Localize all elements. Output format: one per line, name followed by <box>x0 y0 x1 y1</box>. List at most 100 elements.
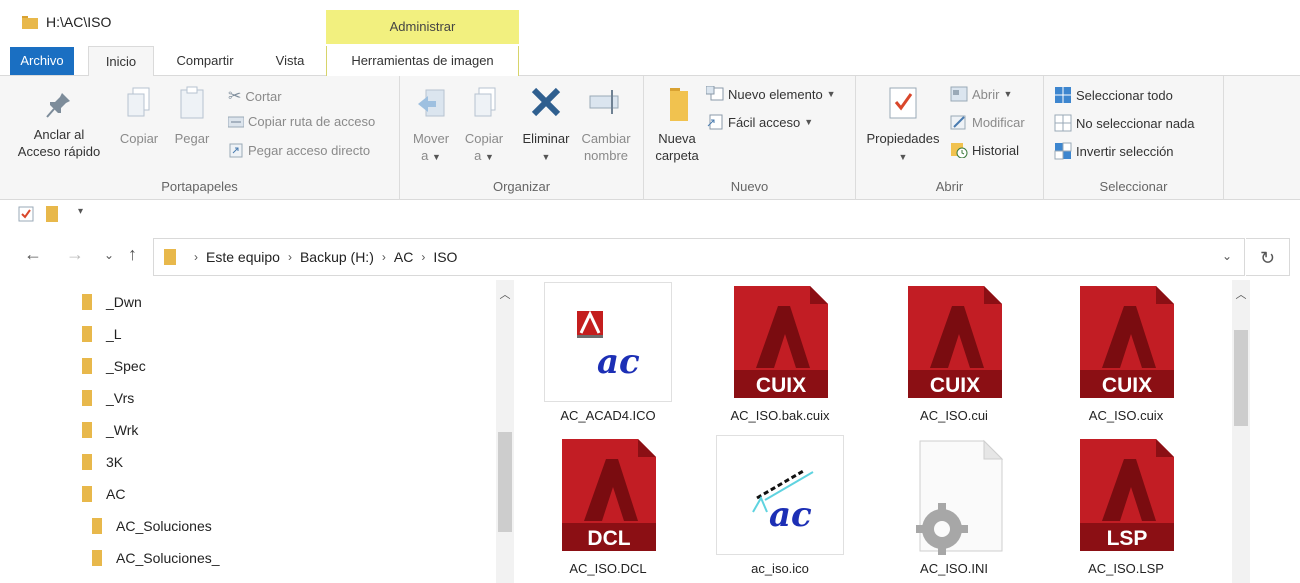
tree-item[interactable]: _Spec <box>80 352 146 380</box>
file-name: AC_ISO.bak.cuix <box>730 408 830 423</box>
file-thumbnail: DCL <box>544 435 672 555</box>
file-item[interactable]: DCL AC_ISO.DCL <box>538 435 678 576</box>
tree-item[interactable]: AC_Soluciones_ <box>90 544 220 572</box>
group-label-seleccionar: Seleccionar <box>1099 179 1168 194</box>
tree-item[interactable]: _L <box>80 320 122 348</box>
new-folder-icon <box>670 88 688 121</box>
select-all-label: Seleccionar todo <box>1076 87 1173 103</box>
new-item-button[interactable]: Nuevo elemento ▼ <box>706 86 836 102</box>
rename-button[interactable]: Cambiar nombre <box>576 82 636 164</box>
tree-item-label: _Vrs <box>106 390 135 406</box>
breadcrumb-iso[interactable]: ISO <box>433 249 457 265</box>
file-list-scrollbar[interactable]: ︿ <box>1232 280 1250 583</box>
chevron-down-icon: ▼ <box>541 152 551 162</box>
breadcrumb-este-equipo[interactable]: Este equipo <box>206 249 280 265</box>
properties-check-icon[interactable] <box>18 206 34 222</box>
file-item[interactable]: LSP AC_ISO.LSP <box>1056 435 1196 576</box>
open-button[interactable]: Abrir ▼ <box>950 86 1012 102</box>
tree-item[interactable]: _Dwn <box>80 288 142 316</box>
scroll-up-icon[interactable]: ︿ <box>1232 286 1250 302</box>
forward-arrow-icon[interactable]: → <box>66 244 84 265</box>
tree-item[interactable]: AC_Soluciones <box>90 512 212 540</box>
chevron-down-icon: ▼ <box>431 152 441 162</box>
copy-label: Copiar <box>119 131 159 146</box>
file-item[interactable]: CUIX AC_ISO.cui <box>884 282 1024 423</box>
delete-button[interactable]: Eliminar ▼ <box>516 82 576 166</box>
file-thumbnail <box>890 435 1018 555</box>
tab-administrar[interactable]: Administrar <box>326 10 519 44</box>
select-all-button[interactable]: Seleccionar todo <box>1054 86 1173 104</box>
tab-inicio[interactable]: Inicio <box>88 46 154 77</box>
properties-button[interactable]: Propiedades ▼ <box>860 82 946 166</box>
copy-button[interactable]: Copiar <box>114 82 164 147</box>
easy-access-button[interactable]: Fácil acceso ▼ <box>706 114 813 130</box>
group-seleccionar: Seleccionar todo No seleccionar nada Inv… <box>1044 76 1224 200</box>
chevron-down-icon: ▼ <box>484 152 494 162</box>
easy-access-icon <box>707 114 723 130</box>
select-none-button[interactable]: No seleccionar nada <box>1054 114 1195 132</box>
file-name: AC_ISO.INI <box>920 561 988 576</box>
scroll-up-icon[interactable]: ︿ <box>496 286 514 302</box>
address-bar[interactable]: › Este equipo › Backup (H:) › AC › ISO ⌄ <box>153 238 1245 276</box>
tree-item-label: AC <box>106 486 126 502</box>
file-item[interactable]: AC_ISO.INI <box>884 435 1024 576</box>
tree-item[interactable]: _Vrs <box>80 384 134 412</box>
copy-to-icon <box>474 87 496 117</box>
new-folder-button[interactable]: Nueva carpeta <box>650 82 704 164</box>
tree-item[interactable]: _Wrk <box>80 416 138 444</box>
svg-text:ac: ac <box>597 342 640 382</box>
file-name: AC_ISO.LSP <box>1088 561 1164 576</box>
up-arrow-icon[interactable]: ↑ <box>128 244 137 265</box>
navigation-pane-scrollbar[interactable]: ︿ <box>496 280 514 583</box>
customize-toolbar-dropdown-icon[interactable]: ▾ <box>78 206 83 217</box>
history-button[interactable]: Historial <box>950 142 1019 158</box>
recent-locations-chevron-icon[interactable]: ⌄ <box>104 248 114 262</box>
breadcrumb-backup[interactable]: Backup (H:) <box>300 249 374 265</box>
easy-access-label: Fácil acceso <box>728 114 801 130</box>
copy-to-button[interactable]: Copiar a ▼ <box>458 82 510 166</box>
tab-vista[interactable]: Vista <box>262 46 318 76</box>
folder-icon <box>90 518 104 534</box>
scrollbar-thumb[interactable] <box>498 432 512 532</box>
file-item[interactable]: ac ac_iso.ico <box>710 435 850 576</box>
tree-item[interactable]: AC <box>80 480 125 508</box>
back-arrow-icon[interactable]: ← <box>24 244 42 265</box>
folder-icon[interactable] <box>46 206 58 222</box>
ribbon: Anclar al Acceso rápido Copiar Pegar ✂ C… <box>0 76 1300 200</box>
file-item[interactable]: ac AC_ACAD4.ICO <box>538 282 678 423</box>
file-item[interactable]: CUIX AC_ISO.bak.cuix <box>710 282 850 423</box>
pin-quick-access-button[interactable]: Anclar al Acceso rápido <box>14 90 104 160</box>
edit-label: Modificar <box>972 114 1025 130</box>
delete-x-icon <box>531 87 561 117</box>
move-to-button[interactable]: Mover a ▼ <box>406 82 456 166</box>
breadcrumb-ac[interactable]: AC <box>394 249 413 265</box>
open-label: Abrir <box>972 86 1000 102</box>
copy-icon <box>127 87 150 117</box>
paste-button[interactable]: Pegar <box>168 82 216 147</box>
paste-shortcut-button[interactable]: Pegar acceso directo <box>228 142 370 158</box>
tab-herramientas-imagen[interactable]: Herramientas de imagen <box>326 46 519 76</box>
invert-selection-icon <box>1054 142 1072 160</box>
cut-button[interactable]: ✂ Cortar <box>228 86 282 106</box>
history-icon <box>951 143 968 158</box>
chevron-down-icon: ▼ <box>804 117 814 127</box>
group-label-organizar: Organizar <box>492 179 551 194</box>
autocad-file-icon: CUIX <box>734 286 828 398</box>
address-history-chevron-icon[interactable]: ⌄ <box>1222 249 1232 263</box>
tab-compartir[interactable]: Compartir <box>166 46 244 76</box>
pin-label-1: Anclar al <box>33 127 85 142</box>
group-nuevo: Nueva carpeta Nuevo elemento ▼ Fácil acc… <box>644 76 856 200</box>
tab-archivo[interactable]: Archivo <box>10 47 74 75</box>
tree-item[interactable]: 3K <box>80 448 123 476</box>
chevron-down-icon: ▼ <box>826 89 836 99</box>
copy-path-button[interactable]: Copiar ruta de acceso <box>228 114 375 129</box>
edit-button[interactable]: Modificar <box>950 114 1025 130</box>
tree-item-label: AC_Soluciones_ <box>116 550 220 566</box>
refresh-icon[interactable]: ↻ <box>1246 238 1290 276</box>
quick-access-toolbar: ▾ <box>0 200 1300 230</box>
file-item[interactable]: CUIX AC_ISO.cuix <box>1056 282 1196 423</box>
invert-selection-button[interactable]: Invertir selección <box>1054 142 1174 160</box>
scrollbar-thumb[interactable] <box>1234 330 1248 426</box>
file-name: AC_ACAD4.ICO <box>560 408 656 423</box>
move-label-2: a <box>421 148 429 163</box>
